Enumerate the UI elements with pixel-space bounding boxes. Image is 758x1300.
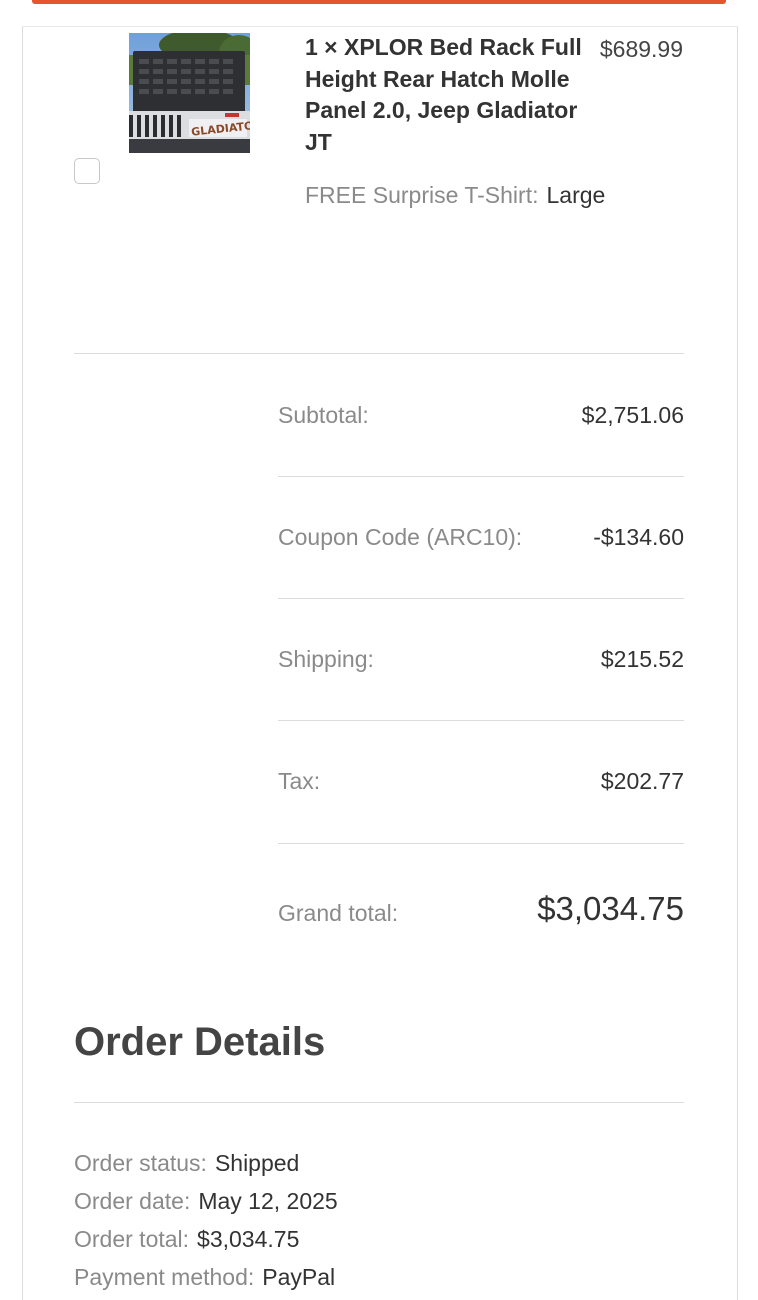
divider [278, 476, 684, 477]
order-date-label: Order date: [74, 1188, 191, 1214]
option-value: Large [546, 182, 606, 208]
order-page: GLADIATOR 1 × XPLOR Bed Rack Full Height… [0, 0, 758, 1300]
divider [74, 353, 684, 354]
payment-method-label: Payment method: [74, 1264, 255, 1290]
shipping-value: $215.52 [600, 646, 684, 672]
grand-total-value: $3,034.75 [537, 890, 684, 927]
subtotal-value: $2,751.06 [581, 402, 684, 428]
tax-row: Tax: $202.77 [278, 768, 684, 808]
divider [278, 843, 684, 844]
divider [278, 720, 684, 721]
payment-method-row: Payment method: PayPal [74, 1264, 335, 1291]
order-status-value: Shipped [214, 1150, 300, 1176]
order-total-value: $3,034.75 [197, 1226, 300, 1252]
product-price: $689.99 [599, 36, 683, 62]
shipping-label: Shipping: [278, 646, 374, 672]
product-option: FREE Surprise T-Shirt: Large [305, 182, 605, 209]
grand-total-label: Grand total: [278, 900, 399, 926]
coupon-value: -$134.60 [593, 524, 684, 550]
product-title[interactable]: 1 × XPLOR Bed Rack Full Height Rear Hatc… [305, 32, 585, 158]
order-date-value: May 12, 2025 [198, 1188, 338, 1214]
coupon-label: Coupon Code (ARC10): [278, 524, 523, 550]
divider [74, 1102, 684, 1103]
grand-total-row: Grand total: $3,034.75 [278, 890, 684, 940]
order-details-title: Order Details [74, 1020, 326, 1064]
tax-label: Tax: [278, 768, 321, 794]
payment-method-value: PayPal [262, 1264, 336, 1290]
order-status-label: Order status: [74, 1150, 207, 1176]
order-date-row: Order date: May 12, 2025 [74, 1188, 338, 1215]
product-image[interactable]: GLADIATOR [129, 33, 250, 153]
tax-value: $202.77 [600, 768, 684, 794]
item-select-checkbox[interactable] [74, 158, 100, 184]
subtotal-label: Subtotal: [278, 402, 369, 428]
order-total-label: Order total: [74, 1226, 190, 1252]
option-label: FREE Surprise T-Shirt: [305, 182, 539, 208]
order-status-row: Order status: Shipped [74, 1150, 299, 1177]
subtotal-row: Subtotal: $2,751.06 [278, 402, 684, 442]
coupon-row: Coupon Code (ARC10): -$134.60 [278, 524, 684, 564]
order-total-row: Order total: $3,034.75 [74, 1226, 299, 1253]
divider [278, 598, 684, 599]
shipping-row: Shipping: $215.52 [278, 646, 684, 686]
accent-top-bar [32, 0, 726, 4]
